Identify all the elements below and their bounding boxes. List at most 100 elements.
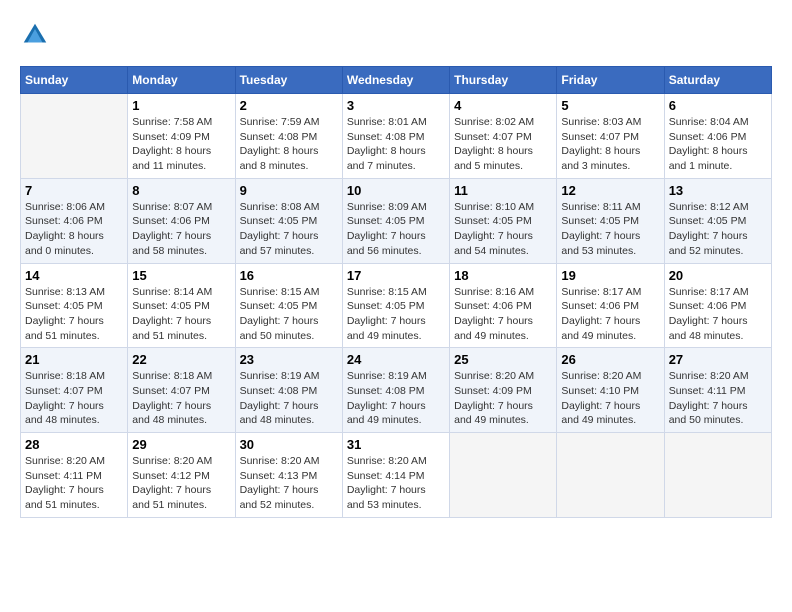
day-number: 27 [669,352,767,367]
sunrise-time: Sunrise: 8:20 AM [240,455,320,467]
daylight-hours: Daylight: 7 hours and 53 minutes. [561,230,640,257]
calendar-cell: 3 Sunrise: 8:01 AM Sunset: 4:08 PM Dayli… [342,94,449,179]
daylight-hours: Daylight: 7 hours and 50 minutes. [669,400,748,427]
weekday-header-wednesday: Wednesday [342,67,449,94]
daylight-hours: Daylight: 7 hours and 57 minutes. [240,230,319,257]
daylight-hours: Daylight: 8 hours and 11 minutes. [132,145,211,172]
sunset-time: Sunset: 4:08 PM [347,385,425,397]
day-number: 9 [240,183,338,198]
day-info: Sunrise: 8:20 AM Sunset: 4:10 PM Dayligh… [561,369,659,428]
day-info: Sunrise: 8:19 AM Sunset: 4:08 PM Dayligh… [347,369,445,428]
day-info: Sunrise: 7:59 AM Sunset: 4:08 PM Dayligh… [240,115,338,174]
day-number: 8 [132,183,230,198]
day-number: 21 [25,352,123,367]
day-number: 19 [561,268,659,283]
day-number: 7 [25,183,123,198]
sunrise-time: Sunrise: 7:59 AM [240,116,320,128]
sunset-time: Sunset: 4:05 PM [561,215,639,227]
sunset-time: Sunset: 4:13 PM [240,470,318,482]
sunset-time: Sunset: 4:06 PM [132,215,210,227]
day-info: Sunrise: 8:06 AM Sunset: 4:06 PM Dayligh… [25,200,123,259]
day-info: Sunrise: 8:02 AM Sunset: 4:07 PM Dayligh… [454,115,552,174]
calendar-week-row: 1 Sunrise: 7:58 AM Sunset: 4:09 PM Dayli… [21,94,772,179]
day-info: Sunrise: 8:15 AM Sunset: 4:05 PM Dayligh… [240,285,338,344]
daylight-hours: Daylight: 8 hours and 8 minutes. [240,145,319,172]
sunset-time: Sunset: 4:05 PM [669,215,747,227]
calendar-cell: 4 Sunrise: 8:02 AM Sunset: 4:07 PM Dayli… [450,94,557,179]
day-info: Sunrise: 8:17 AM Sunset: 4:06 PM Dayligh… [669,285,767,344]
daylight-hours: Daylight: 7 hours and 49 minutes. [561,315,640,342]
calendar-cell [664,433,771,518]
sunset-time: Sunset: 4:14 PM [347,470,425,482]
sunrise-time: Sunrise: 8:20 AM [25,455,105,467]
day-number: 2 [240,98,338,113]
calendar-cell: 13 Sunrise: 8:12 AM Sunset: 4:05 PM Dayl… [664,178,771,263]
sunrise-time: Sunrise: 8:11 AM [561,201,640,213]
day-info: Sunrise: 8:17 AM Sunset: 4:06 PM Dayligh… [561,285,659,344]
daylight-hours: Daylight: 7 hours and 49 minutes. [454,400,533,427]
day-number: 24 [347,352,445,367]
calendar-cell: 18 Sunrise: 8:16 AM Sunset: 4:06 PM Dayl… [450,263,557,348]
sunset-time: Sunset: 4:05 PM [347,215,425,227]
sunrise-time: Sunrise: 8:04 AM [669,116,749,128]
calendar-cell: 5 Sunrise: 8:03 AM Sunset: 4:07 PM Dayli… [557,94,664,179]
day-number: 12 [561,183,659,198]
day-number: 16 [240,268,338,283]
sunrise-time: Sunrise: 8:20 AM [132,455,212,467]
sunrise-time: Sunrise: 8:06 AM [25,201,105,213]
day-number: 1 [132,98,230,113]
day-info: Sunrise: 8:13 AM Sunset: 4:05 PM Dayligh… [25,285,123,344]
calendar-cell: 24 Sunrise: 8:19 AM Sunset: 4:08 PM Dayl… [342,348,449,433]
daylight-hours: Daylight: 7 hours and 48 minutes. [240,400,319,427]
daylight-hours: Daylight: 7 hours and 56 minutes. [347,230,426,257]
calendar-cell: 21 Sunrise: 8:18 AM Sunset: 4:07 PM Dayl… [21,348,128,433]
sunrise-time: Sunrise: 8:13 AM [25,286,105,298]
day-info: Sunrise: 8:18 AM Sunset: 4:07 PM Dayligh… [132,369,230,428]
daylight-hours: Daylight: 8 hours and 0 minutes. [25,230,104,257]
calendar-cell: 26 Sunrise: 8:20 AM Sunset: 4:10 PM Dayl… [557,348,664,433]
calendar-cell [557,433,664,518]
daylight-hours: Daylight: 7 hours and 51 minutes. [132,484,211,511]
day-number: 10 [347,183,445,198]
sunset-time: Sunset: 4:06 PM [669,131,747,143]
sunrise-time: Sunrise: 8:15 AM [240,286,320,298]
sunrise-time: Sunrise: 7:58 AM [132,116,212,128]
calendar-week-row: 28 Sunrise: 8:20 AM Sunset: 4:11 PM Dayl… [21,433,772,518]
daylight-hours: Daylight: 7 hours and 51 minutes. [25,315,104,342]
calendar-week-row: 14 Sunrise: 8:13 AM Sunset: 4:05 PM Dayl… [21,263,772,348]
sunset-time: Sunset: 4:07 PM [561,131,639,143]
day-number: 25 [454,352,552,367]
sunset-time: Sunset: 4:06 PM [561,300,639,312]
sunrise-time: Sunrise: 8:14 AM [132,286,212,298]
daylight-hours: Daylight: 7 hours and 48 minutes. [669,315,748,342]
calendar-cell: 2 Sunrise: 7:59 AM Sunset: 4:08 PM Dayli… [235,94,342,179]
sunrise-time: Sunrise: 8:18 AM [25,370,105,382]
weekday-header-thursday: Thursday [450,67,557,94]
sunrise-time: Sunrise: 8:16 AM [454,286,534,298]
daylight-hours: Daylight: 7 hours and 51 minutes. [132,315,211,342]
weekday-header-row: SundayMondayTuesdayWednesdayThursdayFrid… [21,67,772,94]
logo [20,20,54,50]
calendar-cell: 25 Sunrise: 8:20 AM Sunset: 4:09 PM Dayl… [450,348,557,433]
sunrise-time: Sunrise: 8:01 AM [347,116,427,128]
day-info: Sunrise: 8:20 AM Sunset: 4:12 PM Dayligh… [132,454,230,513]
daylight-hours: Daylight: 7 hours and 50 minutes. [240,315,319,342]
calendar-cell: 27 Sunrise: 8:20 AM Sunset: 4:11 PM Dayl… [664,348,771,433]
daylight-hours: Daylight: 8 hours and 7 minutes. [347,145,426,172]
sunset-time: Sunset: 4:12 PM [132,470,210,482]
day-number: 22 [132,352,230,367]
calendar-cell: 12 Sunrise: 8:11 AM Sunset: 4:05 PM Dayl… [557,178,664,263]
daylight-hours: Daylight: 7 hours and 49 minutes. [347,400,426,427]
sunrise-time: Sunrise: 8:03 AM [561,116,641,128]
calendar-cell: 28 Sunrise: 8:20 AM Sunset: 4:11 PM Dayl… [21,433,128,518]
daylight-hours: Daylight: 8 hours and 5 minutes. [454,145,533,172]
day-info: Sunrise: 8:14 AM Sunset: 4:05 PM Dayligh… [132,285,230,344]
sunrise-time: Sunrise: 8:20 AM [561,370,641,382]
day-number: 5 [561,98,659,113]
day-info: Sunrise: 8:11 AM Sunset: 4:05 PM Dayligh… [561,200,659,259]
day-info: Sunrise: 8:20 AM Sunset: 4:13 PM Dayligh… [240,454,338,513]
weekday-header-saturday: Saturday [664,67,771,94]
day-number: 20 [669,268,767,283]
sunset-time: Sunset: 4:08 PM [240,131,318,143]
day-number: 26 [561,352,659,367]
